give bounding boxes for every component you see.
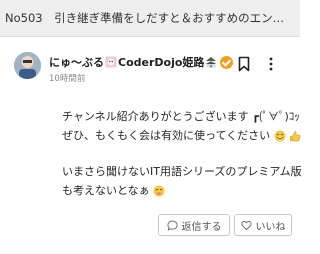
bookmark-icon[interactable] bbox=[238, 56, 250, 72]
more-options-icon[interactable] bbox=[268, 56, 274, 72]
castle-icon bbox=[205, 57, 217, 68]
reply-label: 返信する bbox=[181, 221, 222, 233]
speech-bubble-icon bbox=[166, 220, 178, 231]
comment-line: も考えないとなぁ bbox=[62, 182, 165, 198]
like-button[interactable]: いいね bbox=[234, 214, 292, 236]
heart-icon bbox=[240, 220, 252, 230]
verified-badge-icon bbox=[220, 55, 234, 69]
coderdojo-logo-icon bbox=[105, 56, 117, 68]
like-label: いいね bbox=[255, 221, 286, 233]
title-bar: No503 引き継ぎ準備をしだすと＆おすすめのエン… bbox=[0, 0, 300, 37]
avatar[interactable] bbox=[14, 52, 41, 79]
author-name: CoderDojo姫路 bbox=[118, 56, 205, 69]
page-title: No503 引き継ぎ準備をしだすと＆おすすめのエン… bbox=[5, 11, 285, 25]
comment-line: ぜひ、もくもく会は有効に使ってください bbox=[62, 127, 301, 143]
comment-line: いまさら聞けないIT用語シリーズのプレミアム版 bbox=[62, 165, 302, 178]
comment-line: チャンネル紹介ありがとうございます ┏(ﾟ∀ﾟ)ｺｯ bbox=[62, 110, 300, 123]
thumbs-up-emoji-icon bbox=[290, 131, 301, 142]
smile-emoji-icon bbox=[274, 130, 286, 142]
timestamp: 10時間前 bbox=[49, 74, 86, 84]
author-prefix: にゅ～ぶる bbox=[49, 56, 104, 69]
author-row[interactable]: にゅ～ぶる CoderDojo姫路 bbox=[49, 54, 234, 70]
reply-button[interactable]: 返信する bbox=[158, 214, 230, 236]
giggle-emoji-icon bbox=[153, 185, 165, 197]
